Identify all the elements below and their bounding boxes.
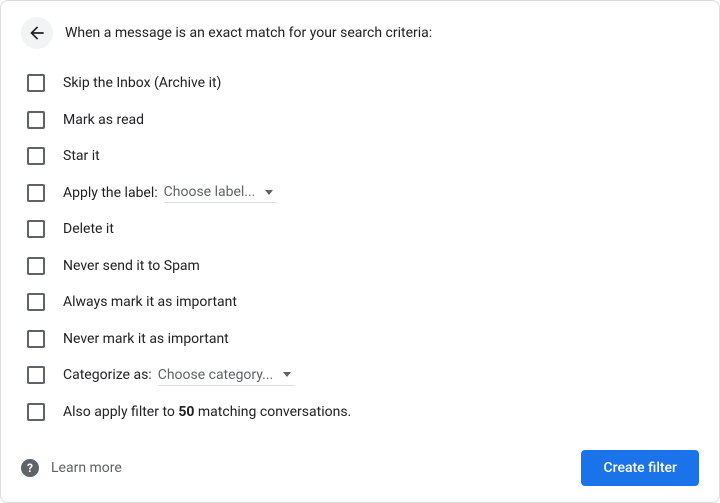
- options-list: Skip the Inbox (Archive it) Mark as read…: [21, 65, 699, 430]
- also-apply-suffix: matching conversations.: [194, 404, 351, 420]
- help-icon[interactable]: ?: [21, 459, 39, 477]
- option-apply-label: Apply the label: Choose label...: [21, 175, 699, 212]
- option-never-important: Never mark it as important: [21, 321, 699, 358]
- label-never-important: Never mark it as important: [63, 331, 229, 347]
- option-never-spam: Never send it to Spam: [21, 248, 699, 285]
- option-categorize: Categorize as: Choose category...: [21, 357, 699, 394]
- label-star-it: Star it: [63, 148, 100, 164]
- checkbox-apply-label[interactable]: [27, 184, 45, 202]
- learn-more-link[interactable]: Learn more: [51, 460, 122, 476]
- checkbox-star-it[interactable]: [27, 147, 45, 165]
- option-mark-read: Mark as read: [21, 102, 699, 139]
- chevron-down-icon: [283, 372, 291, 377]
- label-delete-it: Delete it: [63, 221, 114, 237]
- label-also-apply: Also apply filter to 50 matching convers…: [63, 404, 351, 420]
- also-apply-count: 50: [178, 404, 194, 420]
- create-filter-button[interactable]: Create filter: [581, 450, 699, 486]
- checkbox-also-apply[interactable]: [27, 403, 45, 421]
- filter-actions-panel: When a message is an exact match for you…: [0, 0, 720, 503]
- dropdown-choose-label[interactable]: Choose label...: [164, 182, 278, 203]
- option-also-apply: Also apply filter to 50 matching convers…: [21, 394, 699, 431]
- label-skip-inbox: Skip the Inbox (Archive it): [63, 75, 221, 91]
- dropdown-choose-category[interactable]: Choose category...: [158, 365, 296, 386]
- label-never-spam: Never send it to Spam: [63, 258, 200, 274]
- option-delete-it: Delete it: [21, 211, 699, 248]
- option-star-it: Star it: [21, 138, 699, 175]
- dropdown-choose-label-text: Choose label...: [164, 184, 256, 200]
- header-text: When a message is an exact match for you…: [65, 25, 432, 41]
- label-always-important: Always mark it as important: [63, 294, 237, 310]
- checkbox-delete-it[interactable]: [27, 220, 45, 238]
- label-apply-label: Apply the label:: [63, 185, 158, 201]
- dropdown-choose-category-text: Choose category...: [158, 367, 274, 383]
- label-categorize: Categorize as:: [63, 367, 152, 383]
- checkbox-never-spam[interactable]: [27, 257, 45, 275]
- option-skip-inbox: Skip the Inbox (Archive it): [21, 65, 699, 102]
- header-row: When a message is an exact match for you…: [21, 17, 699, 49]
- footer: ? Learn more Create filter: [21, 434, 699, 486]
- also-apply-prefix: Also apply filter to: [63, 404, 178, 420]
- back-button[interactable]: [21, 17, 53, 49]
- footer-left: ? Learn more: [21, 459, 122, 477]
- chevron-down-icon: [265, 190, 273, 195]
- checkbox-categorize[interactable]: [27, 366, 45, 384]
- checkbox-always-important[interactable]: [27, 293, 45, 311]
- checkbox-mark-read[interactable]: [27, 111, 45, 129]
- option-always-important: Always mark it as important: [21, 284, 699, 321]
- arrow-left-icon: [27, 23, 47, 43]
- checkbox-skip-inbox[interactable]: [27, 74, 45, 92]
- checkbox-never-important[interactable]: [27, 330, 45, 348]
- label-mark-read: Mark as read: [63, 112, 144, 128]
